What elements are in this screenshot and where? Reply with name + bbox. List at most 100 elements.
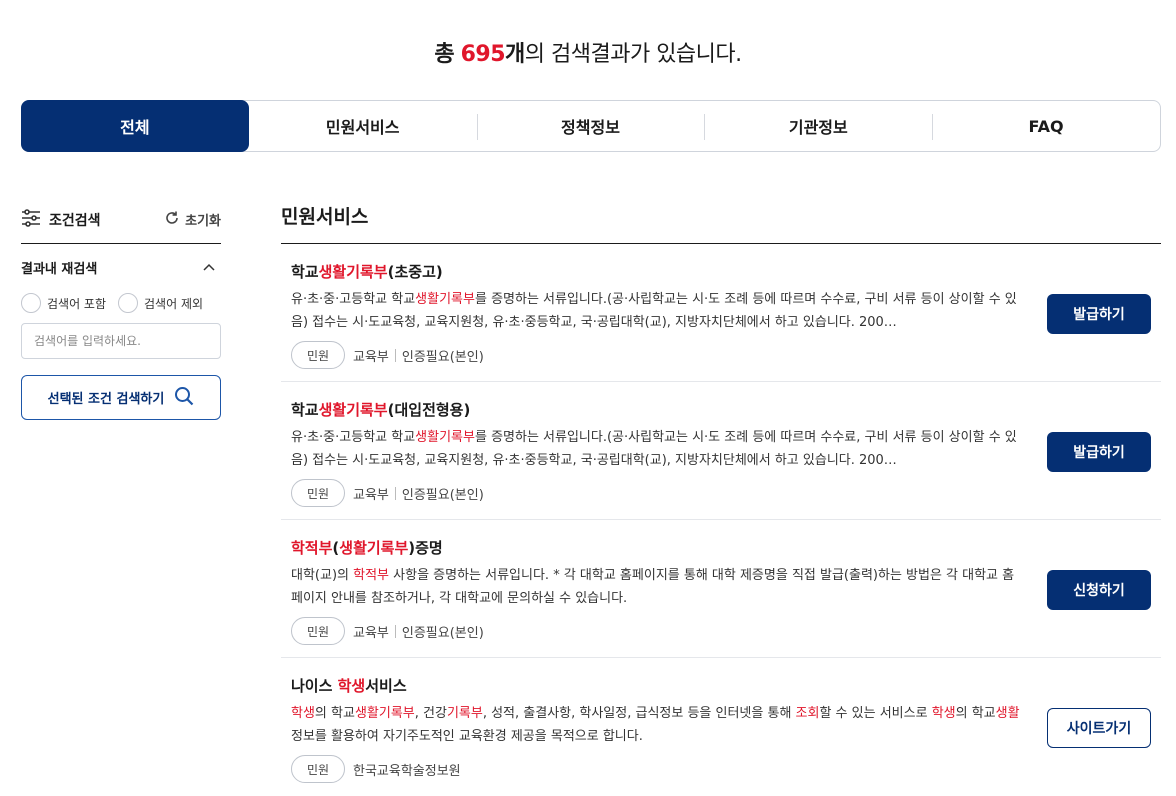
meta-divider <box>394 624 396 638</box>
apply-service-button[interactable]: 발급하기 <box>1047 432 1151 472</box>
meta-divider <box>394 486 396 500</box>
auth-requirement: 인증필요(본인) <box>401 625 484 641</box>
reset-label: 초기화 <box>185 214 221 229</box>
search-icon <box>174 386 194 410</box>
result-title-part: 학교 <box>291 263 319 281</box>
result-description-part: 의 학교 <box>314 706 355 721</box>
agency-name: 교육부 <box>353 349 389 365</box>
summary-unit: 개 <box>505 42 525 67</box>
apply-filter-label: 선택된 조건 검색하기 <box>47 392 165 407</box>
result-description-part: 생활기록부 <box>415 292 475 307</box>
radio-include[interactable]: 검색어 포함 <box>21 293 106 313</box>
result-description-part: 유·초·중·고등학교 학교 <box>291 292 416 307</box>
result-title-part: 생활기록부 <box>318 263 388 281</box>
category-badge: 민원 <box>291 341 345 369</box>
result-title[interactable]: 학교생활기록부(초중고) <box>291 262 1161 282</box>
result-description: 유·초·중·고등학교 학교생활기록부를 증명하는 서류입니다.(공·사립학교는 … <box>291 288 1026 334</box>
result-description-part: 사항을 증명하는 서류입니다. * 각 대학교 홈페이지를 통해 대학 제증명을… <box>291 568 1015 606</box>
result-title-part: 생활기록부 <box>318 401 388 419</box>
radio-include-label: 검색어 포함 <box>47 296 107 311</box>
category-badge: 민원 <box>291 617 345 645</box>
result-description-part: 정보를 활용하여 자기주도적인 교육환경 제공을 목적으로 합니다. <box>291 729 643 744</box>
category-badge: 민원 <box>291 479 345 507</box>
result-description-part: 학생 <box>931 706 956 721</box>
refine-search-input[interactable] <box>21 323 221 359</box>
result-meta: 민원 한국교육학술정보원 <box>291 755 1161 783</box>
result-title-part: )증명 <box>408 539 443 557</box>
summary-suffix: 의 검색결과가 있습니다. <box>524 42 742 67</box>
results-main: 민원서비스 학교생활기록부(초중고) 유·초·중·고등학교 학교생활기록부를 증명… <box>281 204 1161 796</box>
result-meta: 민원 교육부 인증필요(본인) <box>291 341 1161 369</box>
filter-sliders-icon <box>21 208 41 231</box>
tab-all[interactable]: 전체 <box>21 100 249 152</box>
result-description-part: 조회 <box>795 706 820 721</box>
result-description-part: 할 수 있는 서비스로 <box>819 706 932 721</box>
refine-search-title: 결과내 재검색 <box>21 262 98 277</box>
auth-requirement: 인증필요(본인) <box>401 487 484 503</box>
reset-button[interactable]: 초기화 <box>164 210 221 230</box>
result-item: 나이스 학생서비스 학생의 학교생활기록부, 건강기록부, 성적, 출결사항, 학… <box>281 658 1161 796</box>
section-title: 민원서비스 <box>281 204 1161 244</box>
result-meta: 민원 교육부 인증필요(본인) <box>291 479 1161 507</box>
agency-name: 한국교육학술정보원 <box>353 763 461 779</box>
results-summary: 총 695개의 검색결과가 있습니다. <box>0 36 1176 68</box>
agency-name: 교육부 <box>353 625 389 641</box>
tab-civil-service[interactable]: 민원서비스 <box>249 101 477 151</box>
result-description: 유·초·중·고등학교 학교생활기록부를 증명하는 서류입니다.(공·사립학교는 … <box>291 426 1026 472</box>
result-description-part: 대학(교)의 <box>291 568 354 583</box>
visit-site-button[interactable]: 사이트가기 <box>1047 708 1151 748</box>
result-title-part: 서비스 <box>365 677 407 695</box>
auth-requirement: 인증필요(본인) <box>401 349 484 365</box>
result-description-part: 유·초·중·고등학교 학교 <box>291 430 416 445</box>
result-title-part: (대입전형용) <box>387 401 471 419</box>
result-description-part: 의 학교 <box>955 706 996 721</box>
result-title-part: (초중고) <box>387 263 443 281</box>
result-item: 학교생활기록부(초중고) 유·초·중·고등학교 학교생활기록부를 증명하는 서류입… <box>281 244 1161 382</box>
result-description-part: , 성적, 출결사항, 학사일정, 급식정보 등을 인터넷을 통해 <box>482 706 796 721</box>
result-description-part: , 건강 <box>414 706 447 721</box>
meta-divider <box>394 348 396 362</box>
refine-search-header[interactable]: 결과내 재검색 <box>21 258 221 277</box>
category-badge: 민원 <box>291 755 345 783</box>
radio-exclude-label: 검색어 제외 <box>144 296 204 311</box>
result-description-part: 기록부 <box>446 706 483 721</box>
result-item: 학교생활기록부(대입전형용) 유·초·중·고등학교 학교생활기록부를 증명하는 서… <box>281 382 1161 520</box>
result-title-part: 학교 <box>291 401 319 419</box>
result-title[interactable]: 학적부(생활기록부)증명 <box>291 538 1161 558</box>
chevron-up-icon <box>203 260 215 275</box>
search-mode-radios: 검색어 포함 검색어 제외 <box>21 293 221 313</box>
result-title-part: 나이스 <box>291 677 338 695</box>
result-title-part: 학적부 <box>291 539 333 557</box>
result-description: 대학(교)의 학적부 사항을 증명하는 서류입니다. * 각 대학교 홈페이지를… <box>291 564 1026 610</box>
apply-service-button[interactable]: 신청하기 <box>1047 570 1151 610</box>
tab-policy-info[interactable]: 정책정보 <box>476 101 705 151</box>
result-description-part: 생활기록부 <box>354 706 415 721</box>
filter-header: 조건검색 초기화 <box>21 204 221 244</box>
result-list: 학교생활기록부(초중고) 유·초·중·고등학교 학교생활기록부를 증명하는 서류입… <box>281 244 1161 796</box>
result-title[interactable]: 학교생활기록부(대입전형용) <box>291 400 1161 420</box>
result-item: 학적부(생활기록부)증명대학(교)의 학적부 사항을 증명하는 서류입니다. *… <box>281 520 1161 658</box>
result-description-part: 생활 <box>995 706 1020 721</box>
result-description: 학생의 학교생활기록부, 건강기록부, 성적, 출결사항, 학사일정, 급식정보… <box>291 702 1026 748</box>
category-tabs: 전체 민원서비스 정책정보 기관정보 FAQ <box>21 100 1161 152</box>
radio-exclude-circle[interactable] <box>118 293 139 313</box>
result-meta: 민원 교육부 인증필요(본인) <box>291 617 1161 645</box>
filter-sidebar: 조건검색 초기화 결과내 재검색 검색어 포함 검색어 제외 선택된 조건 검색… <box>21 204 221 420</box>
result-description-part: 학생 <box>291 706 315 721</box>
result-title-part: 생활기록부 <box>339 539 409 557</box>
apply-filter-button[interactable]: 선택된 조건 검색하기 <box>21 375 221 420</box>
tab-agency-info[interactable]: 기관정보 <box>704 101 932 151</box>
agency-name: 교육부 <box>353 487 389 503</box>
tab-faq[interactable]: FAQ <box>932 101 1160 151</box>
result-title[interactable]: 나이스 학생서비스 <box>291 676 1161 696</box>
radio-include-circle[interactable] <box>21 293 41 313</box>
summary-prefix: 총 <box>434 42 455 67</box>
result-title-part: 학생 <box>337 677 366 695</box>
filter-title: 조건검색 <box>49 212 101 229</box>
radio-exclude[interactable]: 검색어 제외 <box>118 293 203 313</box>
apply-service-button[interactable]: 발급하기 <box>1047 294 1151 334</box>
result-description-part: 학적부 <box>353 568 390 583</box>
refresh-icon <box>164 210 180 230</box>
result-description-part: 생활기록부 <box>415 430 475 445</box>
result-count: 695 <box>460 42 506 67</box>
